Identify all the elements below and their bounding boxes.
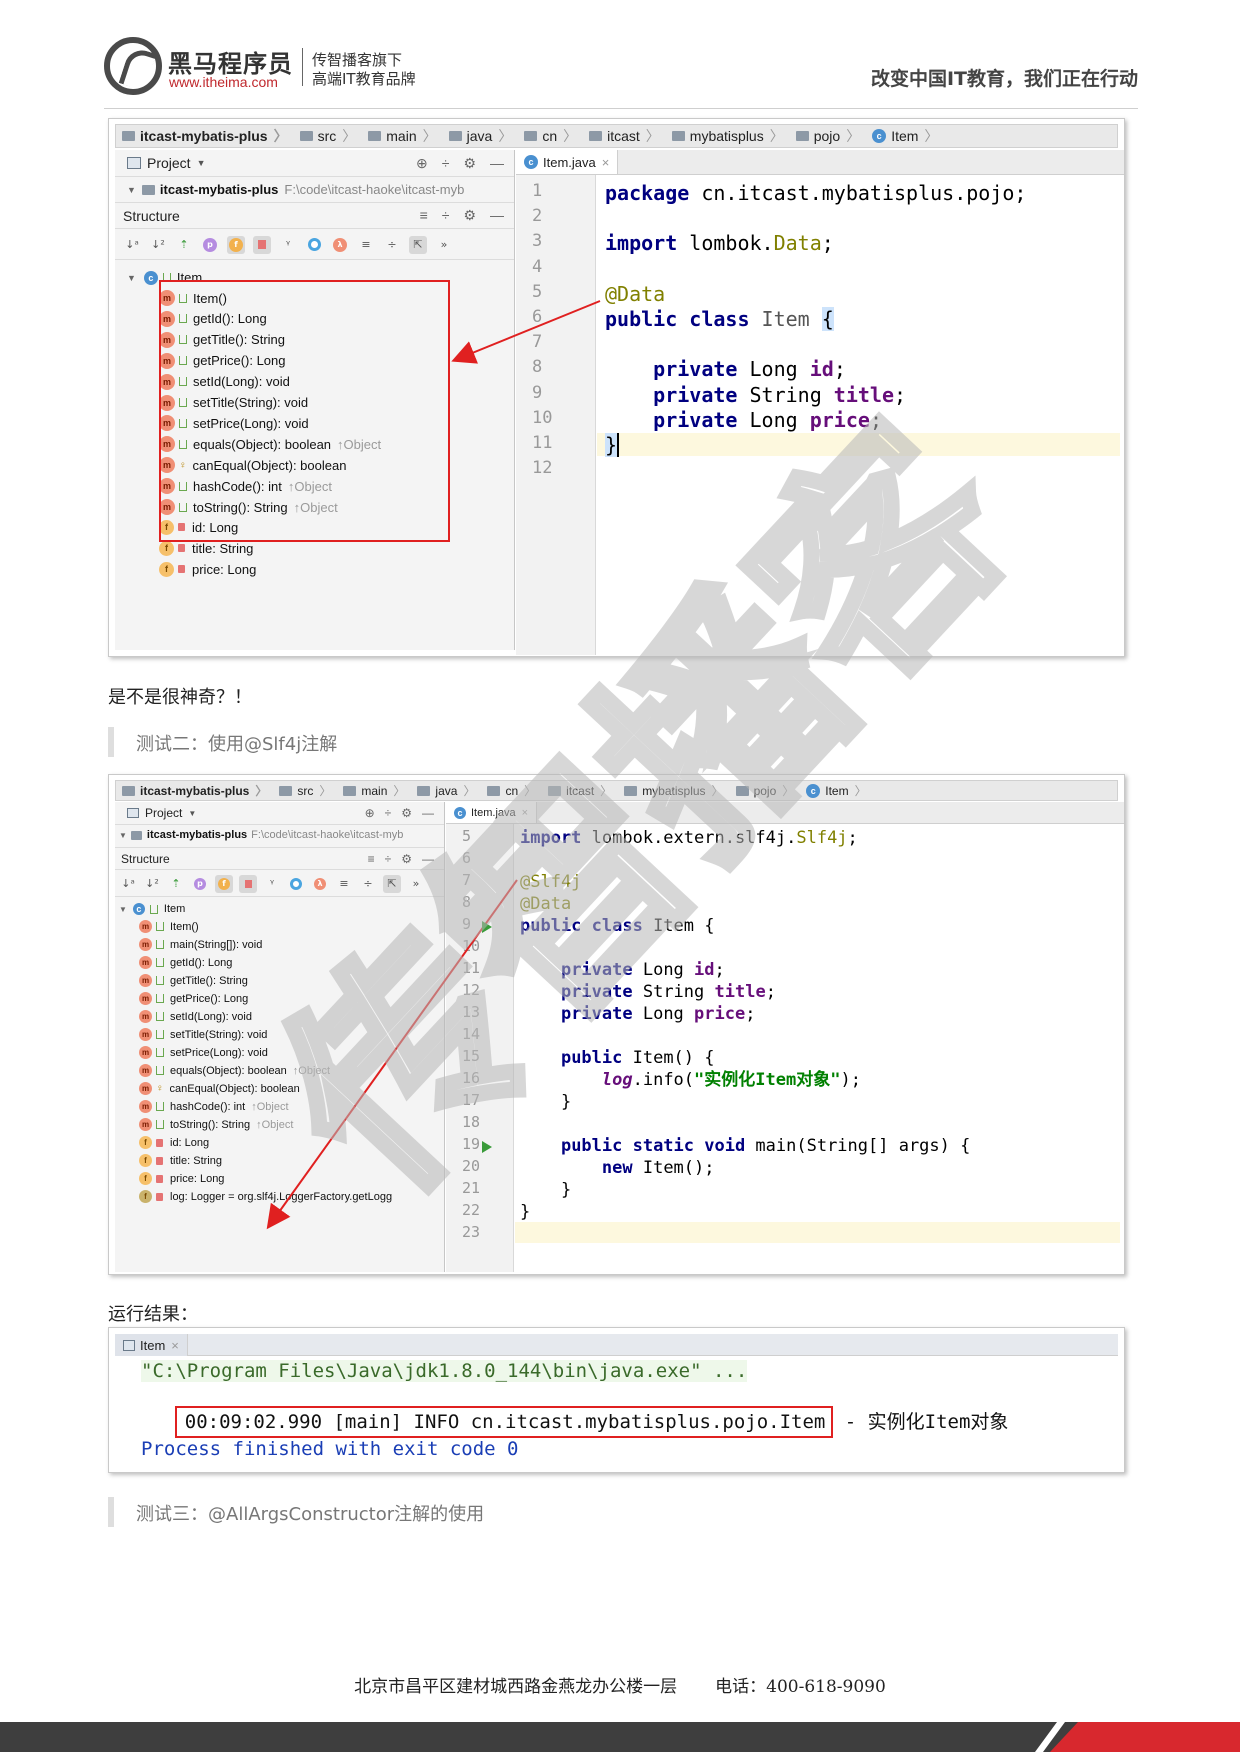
quote-bar (108, 1497, 114, 1527)
blockquote-test-2: 测试二：使用@Slf4j注解 (108, 727, 708, 757)
quote-bar (108, 727, 114, 757)
close-icon[interactable]: × (171, 1338, 179, 1353)
console-screenshot: Item × "C:\Program Files\Java\jdk1.8.0_1… (108, 1327, 1125, 1473)
logo-tagline-2: 高端IT教育品牌 (312, 70, 416, 88)
ide-screenshot-2: itcast-mybatis-plus 〉 src 〉 main 〉 java 〉 cn 〉 itc… (108, 774, 1125, 1275)
annotation-overlay (159, 280, 601, 542)
blockquote-test-3: 测试三：@AllArgsConstructor注解的使用 (108, 1497, 808, 1527)
paragraph-1: 是不是很神奇？！ (108, 687, 252, 708)
header-rule (104, 108, 1138, 109)
tab-label: Item (140, 1337, 166, 1353)
logo-tagline-1: 传智播客旗下 (312, 51, 403, 69)
console-command-line: "C:\Program Files\Java\jdk1.8.0_144\bin\… (141, 1360, 748, 1382)
ide-screenshot-1: itcast-mybatis-plus 〉 src 〉 main 〉 java 〉 cn 〉 itc… (108, 118, 1125, 657)
console-icon (123, 1339, 135, 1351)
logo-url: www.itheima.com (169, 74, 278, 90)
run-gutter-icon[interactable] (482, 1141, 492, 1153)
horse-logo-icon (104, 37, 162, 95)
run-tabbar: Item × (115, 1334, 1118, 1356)
header-slogan: 改变中国IT教育，我们正在行动 (870, 68, 1138, 90)
footer-accent (1050, 1722, 1240, 1752)
annotation-arrow (451, 300, 601, 364)
highlight-box (159, 280, 450, 542)
console-exit-line: Process finished with exit code 0 (141, 1438, 519, 1460)
tab-run-item[interactable]: Item × (115, 1334, 188, 1356)
annotation-overlay (266, 879, 518, 1230)
annotation-arrow (266, 879, 518, 1230)
console-log-message: - 实例化Item对象 (833, 1411, 1009, 1433)
footer-address: 北京市昌平区建材城西路金燕龙办公楼一层 (354, 1677, 678, 1697)
footer-address-line: 北京市昌平区建材城西路金燕龙办公楼一层 电话：400-618-9090 (0, 1672, 1240, 1697)
paragraph-2: 运行结果： (108, 1304, 198, 1325)
logo-divider (302, 48, 303, 86)
page-header: 黑马程序员 www.itheima.com 传智播客旗下 高端IT教育品牌 改变… (0, 0, 1240, 110)
quote-text: 测试二：使用@Slf4j注解 (136, 734, 338, 755)
console-log-text: 00:09:02.990 [main] INFO cn.itcast.mybat… (174, 1406, 834, 1438)
quote-text: 测试三：@AllArgsConstructor注解的使用 (136, 1504, 485, 1525)
footer-phone: 电话：400-618-9090 (715, 1677, 886, 1697)
